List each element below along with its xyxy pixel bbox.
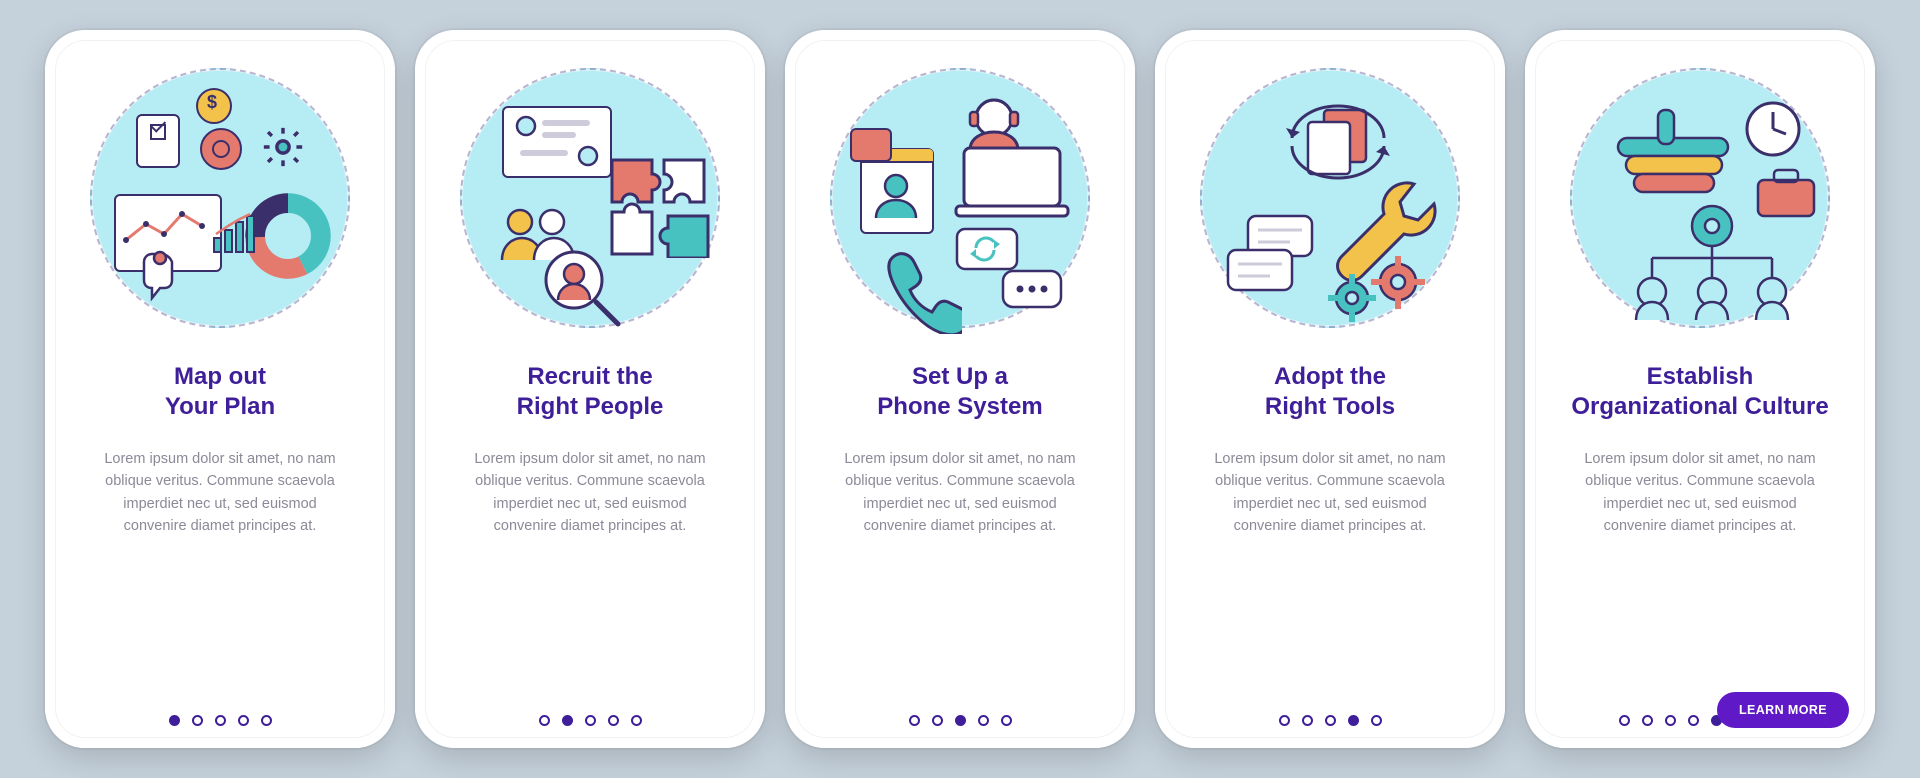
recruit-people-icon bbox=[460, 68, 720, 328]
pagination-dots bbox=[1619, 715, 1722, 726]
screen-body: Lorem ipsum dolor sit amet, no nam obliq… bbox=[1572, 448, 1828, 538]
dot-3[interactable] bbox=[1665, 715, 1676, 726]
onboarding-screen-2: Recruit the Right People Lorem ipsum dol… bbox=[415, 30, 765, 748]
phone-system-icon bbox=[830, 68, 1090, 328]
onboarding-screen-1: $ Map out Your Plan Lorem ipsum dolor si… bbox=[45, 30, 395, 748]
dot-4[interactable] bbox=[1348, 715, 1359, 726]
pagination-dots bbox=[1279, 715, 1382, 726]
dot-3[interactable] bbox=[955, 715, 966, 726]
screen-title: Recruit the Right People bbox=[517, 362, 664, 422]
learn-more-button[interactable]: LEARN MORE bbox=[1717, 692, 1849, 728]
dot-3[interactable] bbox=[585, 715, 596, 726]
dot-5[interactable] bbox=[261, 715, 272, 726]
dot-1[interactable] bbox=[169, 715, 180, 726]
dot-5[interactable] bbox=[631, 715, 642, 726]
onboarding-screen-3: Set Up a Phone System Lorem ipsum dolor … bbox=[785, 30, 1135, 748]
screen-title: Adopt the Right Tools bbox=[1265, 362, 1395, 422]
dot-1[interactable] bbox=[539, 715, 550, 726]
dot-1[interactable] bbox=[909, 715, 920, 726]
screen-body: Lorem ipsum dolor sit amet, no nam obliq… bbox=[462, 448, 718, 538]
dot-4[interactable] bbox=[1688, 715, 1699, 726]
tools-icon bbox=[1200, 68, 1460, 328]
dot-2[interactable] bbox=[932, 715, 943, 726]
org-culture-icon bbox=[1570, 68, 1830, 328]
dot-2[interactable] bbox=[1642, 715, 1653, 726]
screen-title: Map out Your Plan bbox=[165, 362, 275, 422]
dot-5[interactable] bbox=[1001, 715, 1012, 726]
onboarding-screen-4: Adopt the Right Tools Lorem ipsum dolor … bbox=[1155, 30, 1505, 748]
planning-dashboard-icon: $ bbox=[90, 68, 350, 328]
screen-body: Lorem ipsum dolor sit amet, no nam obliq… bbox=[832, 448, 1088, 538]
pagination-dots bbox=[169, 715, 272, 726]
screen-title: Set Up a Phone System bbox=[877, 362, 1042, 422]
dot-2[interactable] bbox=[1302, 715, 1313, 726]
dot-4[interactable] bbox=[978, 715, 989, 726]
dot-4[interactable] bbox=[238, 715, 249, 726]
screen-title: Establish Organizational Culture bbox=[1571, 362, 1828, 422]
dot-4[interactable] bbox=[608, 715, 619, 726]
screen-body: Lorem ipsum dolor sit amet, no nam obliq… bbox=[1202, 448, 1458, 538]
dot-1[interactable] bbox=[1279, 715, 1290, 726]
dot-1[interactable] bbox=[1619, 715, 1630, 726]
dot-3[interactable] bbox=[215, 715, 226, 726]
pagination-dots bbox=[909, 715, 1012, 726]
screen-body: Lorem ipsum dolor sit amet, no nam obliq… bbox=[92, 448, 348, 538]
dot-2[interactable] bbox=[192, 715, 203, 726]
dot-5[interactable] bbox=[1371, 715, 1382, 726]
pagination-dots bbox=[539, 715, 642, 726]
dot-3[interactable] bbox=[1325, 715, 1336, 726]
onboarding-screen-5: Establish Organizational Culture Lorem i… bbox=[1525, 30, 1875, 748]
dot-2[interactable] bbox=[562, 715, 573, 726]
